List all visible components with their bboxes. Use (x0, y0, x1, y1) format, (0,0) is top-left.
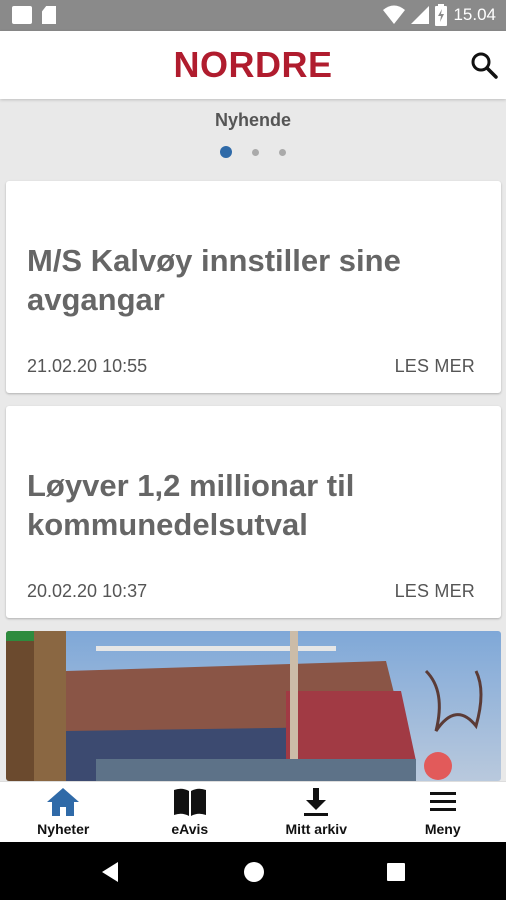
status-bar: 15.04 (0, 0, 506, 31)
page-dot-2[interactable] (252, 148, 259, 156)
article-title[interactable]: Løyver 1,2 millionar til kommunedelsutva… (27, 466, 481, 544)
nav-label: Mitt arkiv (285, 821, 347, 837)
article-image-card[interactable] (6, 631, 501, 781)
nav-item-eavis[interactable]: eAvis (127, 782, 254, 842)
nav-item-mitt-arkiv[interactable]: Mitt arkiv (253, 782, 380, 842)
notification-icon (12, 6, 32, 24)
article-title-line: Løyver 1,2 millionar til (27, 468, 355, 503)
nav-item-nyheter[interactable]: Nyheter (0, 782, 127, 842)
article-card[interactable]: M/S Kalvøy innstiller sine avgangar 21.0… (6, 181, 501, 393)
page-indicator[interactable] (0, 146, 506, 158)
nav-item-meny[interactable]: Meny (380, 782, 506, 842)
system-navigation-bar (0, 842, 506, 900)
article-title-line: kommunedelsutval (27, 507, 308, 542)
article-card[interactable]: Løyver 1,2 millionar til kommunedelsutva… (6, 406, 501, 618)
read-more-link[interactable]: LES MER (395, 581, 475, 602)
article-photo (6, 631, 501, 781)
sd-card-icon (42, 6, 56, 24)
article-title-line: M/S Kalvøy innstiller sine (27, 243, 401, 278)
search-button[interactable] (468, 49, 500, 81)
app-header: NORDRE (0, 31, 506, 99)
article-title[interactable]: M/S Kalvøy innstiller sine avgangar (27, 241, 481, 319)
nav-label: Nyheter (37, 821, 90, 837)
signal-icon (411, 6, 430, 24)
article-title-line: avgangar (27, 282, 165, 317)
book-icon (172, 786, 208, 818)
recents-icon[interactable] (386, 862, 406, 882)
clock: 15.04 (453, 5, 496, 24)
wifi-icon (383, 5, 406, 24)
home-button-icon[interactable] (243, 861, 265, 883)
page-dot-3[interactable] (279, 148, 286, 156)
article-date: 21.02.20 10:55 (27, 356, 148, 376)
brand-logo: NORDRE (173, 44, 333, 85)
bottom-navigation: Nyheter eAvis Mitt arkiv Meny (0, 781, 506, 842)
home-icon (45, 786, 81, 818)
menu-icon (425, 786, 461, 818)
nav-label: eAvis (171, 821, 209, 837)
download-icon (298, 786, 334, 818)
section-title: Nyhende (214, 110, 292, 130)
read-more-link[interactable]: LES MER (395, 356, 475, 377)
article-date: 20.02.20 10:37 (27, 581, 148, 601)
notification-icons (12, 6, 56, 24)
back-icon[interactable] (100, 861, 120, 883)
system-status: 15.04 (383, 4, 496, 26)
battery-icon (435, 4, 448, 26)
page-dot-1[interactable] (220, 146, 232, 158)
nav-label: Meny (424, 821, 461, 837)
search-icon (471, 52, 498, 79)
